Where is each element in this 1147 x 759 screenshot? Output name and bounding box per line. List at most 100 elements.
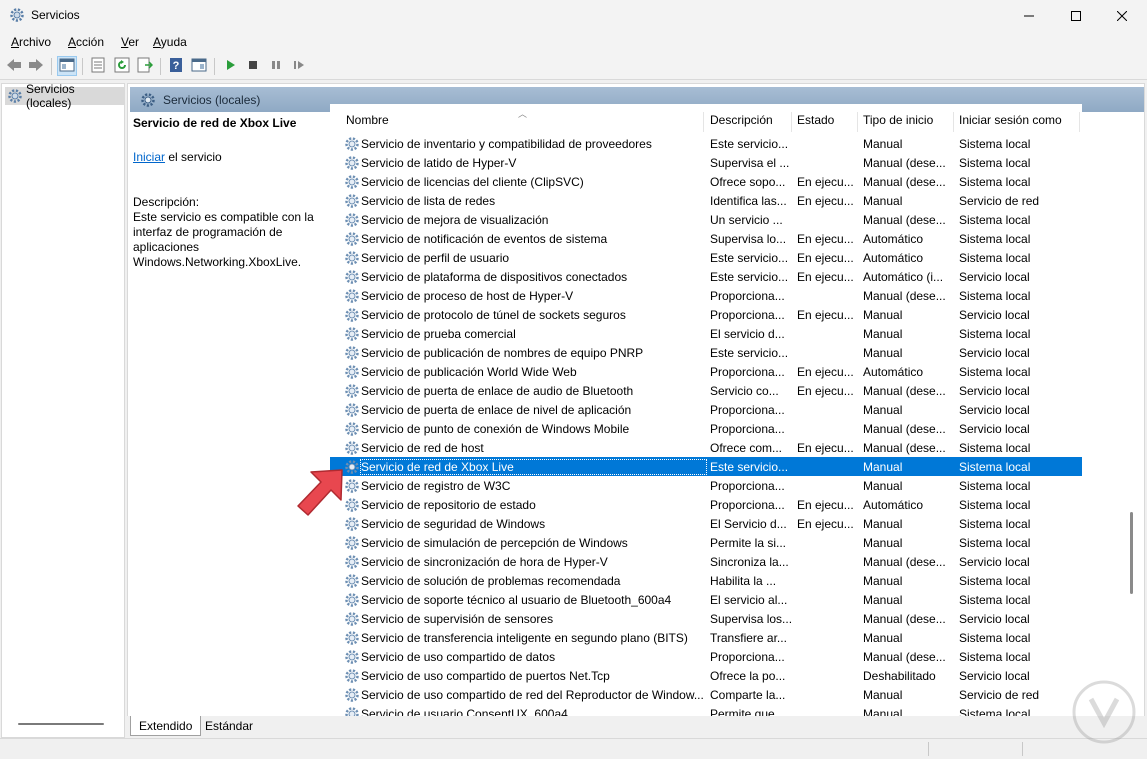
service-startup-cell: Automático [863, 365, 924, 379]
service-name: Servicio de uso compartido de puertos Ne… [361, 669, 610, 683]
service-name: Servicio de red de host [361, 441, 484, 455]
services-list: ︿ Nombre Descripción Estado Tipo de inic… [330, 104, 1082, 721]
table-row[interactable]: Servicio de punto de conexión de Windows… [330, 419, 1082, 438]
maximize-button[interactable] [1053, 0, 1099, 31]
restart-service-button[interactable] [289, 56, 309, 76]
maximize-icon [1071, 10, 1081, 21]
table-row[interactable]: Servicio de notificación de eventos de s… [330, 229, 1082, 248]
table-row[interactable]: Servicio de uso compartido de datos Propo… [330, 647, 1082, 666]
service-name: Servicio de publicación World Wide Web [361, 365, 577, 379]
column-header-state[interactable]: Estado [797, 113, 834, 127]
forward-button[interactable] [26, 56, 46, 76]
table-row[interactable]: Servicio de registro de W3C Proporciona..… [330, 476, 1082, 495]
table-row[interactable]: Servicio de lista de redes Identifica las… [330, 191, 1082, 210]
service-description-cell: Habilita la ... [710, 574, 777, 588]
table-row[interactable]: Servicio de transferencia inteligente en… [330, 628, 1082, 647]
table-row[interactable]: Servicio de soporte técnico al usuario d… [330, 590, 1082, 609]
tab-standard[interactable]: Estándar [197, 716, 261, 736]
service-description-cell: Este servicio... [710, 270, 789, 284]
table-row[interactable]: Servicio de seguridad de Windows El Servi… [330, 514, 1082, 533]
service-startup-cell: Manual [863, 137, 903, 151]
properties-button[interactable] [88, 56, 108, 76]
service-startup-cell: Manual (dese... [863, 555, 946, 569]
menu-archivo-label: rchivo [19, 35, 52, 49]
table-row[interactable]: Servicio de protocolo de túnel de socket… [330, 305, 1082, 324]
column-header-description[interactable]: Descripción [710, 113, 773, 127]
refresh-button[interactable] [112, 56, 132, 76]
column-header-name[interactable]: Nombre [346, 113, 389, 127]
table-row[interactable]: Servicio de prueba comercial El servicio … [330, 324, 1082, 343]
service-description-cell: Este servicio... [710, 460, 789, 474]
menu-ayuda[interactable]: Ayuda [153, 35, 187, 49]
vertical-scrollbar-thumb[interactable] [1130, 512, 1133, 594]
pause-service-button[interactable] [266, 56, 286, 76]
table-row[interactable]: Servicio de uso compartido de red del Re… [330, 685, 1082, 704]
help-button[interactable]: ? [166, 56, 186, 76]
table-row[interactable]: Servicio de sincronización de hora de Hy… [330, 552, 1082, 571]
table-row[interactable]: Servicio de puerta de enlace de audio de… [330, 381, 1082, 400]
service-description-cell: Supervisa el ... [710, 156, 790, 170]
tree-horizontal-scrollbar[interactable] [18, 723, 104, 725]
column-header-logon-as[interactable]: Iniciar sesión como [959, 113, 1062, 127]
table-row[interactable]: Servicio de red de host Ofrece com... En e… [330, 438, 1082, 457]
menu-accion[interactable]: Acción [68, 35, 104, 49]
table-row[interactable]: Servicio de simulación de percepción de … [330, 533, 1082, 552]
service-startup-cell: Automático [863, 232, 924, 246]
service-logon-cell: Servicio de red [959, 194, 1040, 208]
service-startup-cell: Manual (dese... [863, 213, 946, 227]
table-row[interactable]: Servicio de latido de Hyper-V Supervisa e… [330, 153, 1082, 172]
service-startup-cell: Manual [863, 517, 903, 531]
tab-extended[interactable]: Extendido [130, 716, 202, 736]
service-logon-cell: Sistema local [959, 536, 1031, 550]
table-row[interactable]: Servicio de inventario y compatibilidad … [330, 134, 1082, 153]
service-description-cell: Transfiere ar... [710, 631, 787, 645]
table-row[interactable]: Servicio de puerta de enlace de nivel de… [330, 400, 1082, 419]
table-row[interactable]: Servicio de uso compartido de puertos Ne… [330, 666, 1082, 685]
service-gear-icon [344, 611, 360, 627]
service-description-cell: El Servicio d... [710, 517, 787, 531]
action-pane-icon [191, 58, 207, 75]
table-row[interactable]: Servicio de licencias del cliente (ClipS… [330, 172, 1082, 191]
service-gear-icon [344, 687, 360, 703]
menu-archivo-accel: A [11, 35, 20, 49]
back-button[interactable] [4, 56, 24, 76]
menu-archivo[interactable]: Archivo [11, 35, 51, 49]
table-row[interactable]: Servicio de proceso de host de Hyper-V Pr… [330, 286, 1082, 305]
service-gear-icon [344, 364, 360, 380]
table-row-selected[interactable]: Servicio de red de Xbox Live Este servici… [330, 457, 1082, 476]
console-tree: Servicios (locales) [1, 82, 125, 738]
table-row[interactable]: Servicio de publicación de nombres de eq… [330, 343, 1082, 362]
table-row[interactable]: Servicio de perfil de usuario Este servic… [330, 248, 1082, 267]
service-logon-cell: Sistema local [959, 156, 1031, 170]
tree-item-label: Servicios (locales) [26, 82, 75, 110]
menu-accion-label: cción [76, 35, 105, 49]
tree-item-servicios-locales[interactable]: Servicios (locales) [5, 82, 124, 110]
table-row[interactable]: Servicio de mejora de visualización Un se… [330, 210, 1082, 229]
export-list-button[interactable] [135, 56, 155, 76]
minimize-button[interactable] [1006, 0, 1052, 31]
table-row[interactable]: Servicio de repositorio de estado Proporc… [330, 495, 1082, 514]
column-header-startup-type[interactable]: Tipo de inicio [863, 113, 933, 127]
table-row[interactable]: Servicio de plataforma de dispositivos c… [330, 267, 1082, 286]
menu-ver[interactable]: Ver [121, 35, 139, 49]
service-description-cell: Proporciona... [710, 650, 785, 664]
service-name: Servicio de puerta de enlace de nivel de… [361, 403, 632, 417]
show-hide-console-tree-button[interactable] [57, 56, 77, 76]
service-startup-cell: Automático [863, 251, 924, 265]
start-service-button[interactable] [220, 56, 240, 76]
close-button[interactable] [1099, 0, 1145, 31]
service-logon-cell: Servicio local [959, 384, 1030, 398]
service-name: Servicio de publicación de nombres de eq… [361, 346, 644, 360]
table-row[interactable]: Servicio de supervisión de sensores Super… [330, 609, 1082, 628]
service-startup-cell: Manual [863, 688, 903, 702]
stop-service-button[interactable] [243, 56, 263, 76]
service-gear-icon [344, 440, 360, 456]
service-gear-icon [344, 573, 360, 589]
service-state-cell: En ejecu... [797, 517, 854, 531]
table-row[interactable]: Servicio de publicación World Wide Web Pr… [330, 362, 1082, 381]
table-row[interactable]: Servicio de solución de problemas recome… [330, 571, 1082, 590]
svg-text:?: ? [173, 60, 180, 72]
show-action-pane-button[interactable] [189, 56, 209, 76]
service-name: Servicio de protocolo de túnel de socket… [361, 308, 626, 322]
start-service-link[interactable]: Iniciar [133, 150, 165, 164]
